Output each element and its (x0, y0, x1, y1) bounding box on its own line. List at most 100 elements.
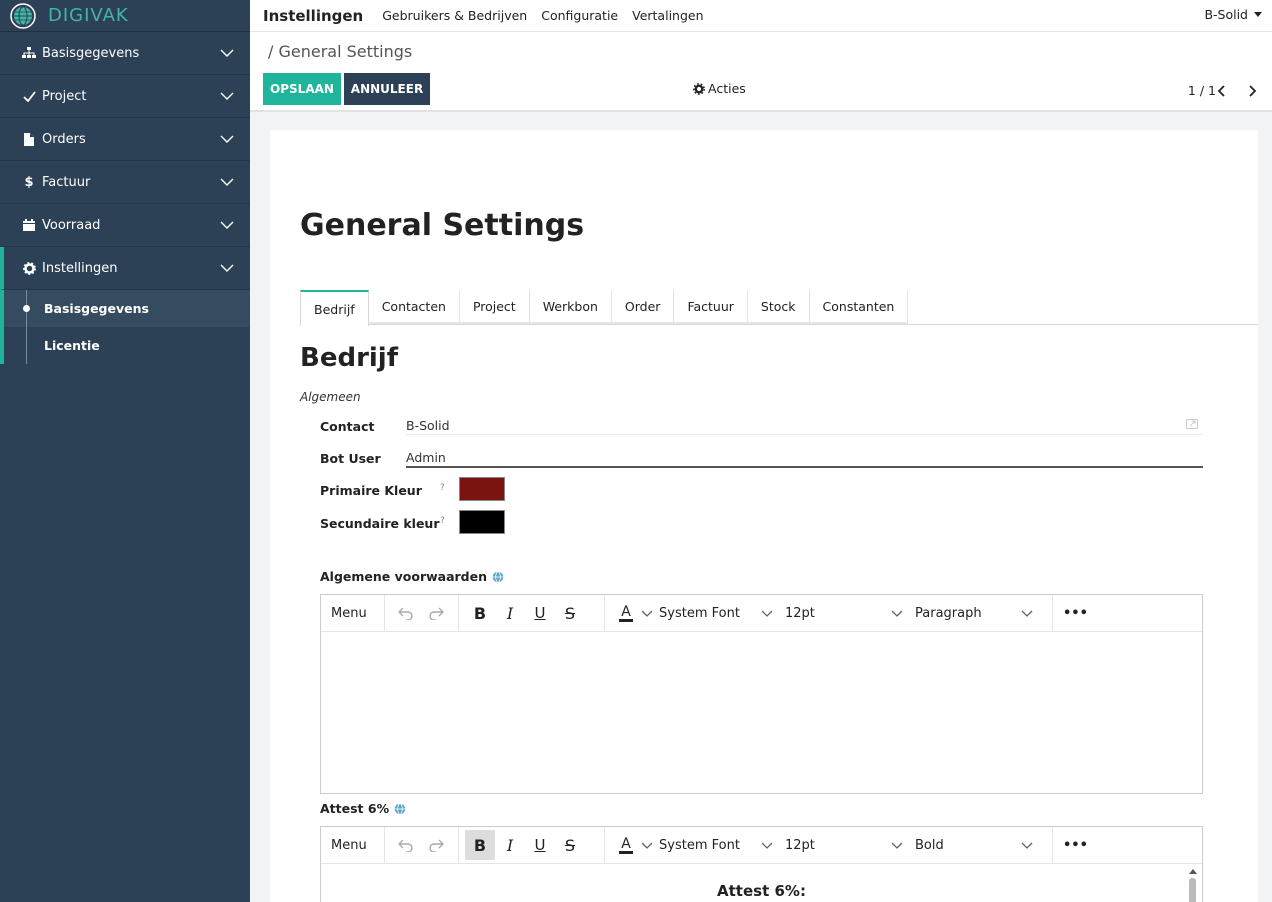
font-color-glyph: A (619, 835, 633, 854)
chevron-left-icon[interactable] (1214, 83, 1230, 99)
sidebar-item-orders[interactable]: Orders (0, 118, 250, 161)
strikethrough-button[interactable]: S (555, 598, 585, 628)
breadcrumb[interactable]: / General Settings (268, 42, 412, 61)
tab-werkbon[interactable]: Werkbon (529, 290, 612, 324)
external-link-icon[interactable] (1186, 419, 1198, 429)
form-sheet: General Settings Bedrijf Contacten Proje… (270, 130, 1258, 902)
toolbar-group-menu: Menu (321, 826, 385, 864)
app-title[interactable]: Instellingen (263, 7, 363, 25)
sidebar-item-project[interactable]: Project (0, 75, 250, 118)
sidebar-subitem-licentie[interactable]: Licentie (4, 327, 250, 364)
block-format-select[interactable]: Paragraph (909, 606, 1039, 621)
tab-constanten[interactable]: Constanten (809, 290, 909, 324)
chevron-down-icon (220, 135, 234, 143)
sidebar-item-label: Factuur (42, 174, 91, 190)
sidebar-item-label: Voorraad (42, 217, 101, 233)
undo-icon[interactable] (391, 830, 421, 860)
sidebar-item-factuur[interactable]: $ Factuur (0, 161, 250, 204)
toolbar-group-format: B I U S (459, 594, 605, 632)
more-options-button[interactable]: ••• (1059, 830, 1092, 860)
globe-translate-icon[interactable] (394, 802, 406, 815)
chevron-down-icon[interactable] (641, 608, 653, 618)
help-tooltip-icon[interactable]: ? (440, 483, 445, 493)
font-size-value: 12pt (785, 837, 815, 853)
sidebar-item-instellingen[interactable]: Instellingen (0, 247, 250, 290)
tab-factuur[interactable]: Factuur (674, 290, 748, 324)
tab-order[interactable]: Order (611, 290, 675, 324)
block-format-select[interactable]: Bold (909, 838, 1039, 853)
underline-button[interactable]: U (525, 830, 555, 860)
toolbar-group-history (385, 594, 459, 632)
gear-icon (22, 261, 36, 275)
font-family-select[interactable]: System Font (653, 838, 779, 853)
editor-content-area[interactable] (321, 632, 1202, 793)
undo-icon[interactable] (391, 598, 421, 628)
editor-content-area[interactable]: Attest 6%: (321, 864, 1202, 902)
editor-toolbar: Menu B I U S A System Font 12pt (321, 594, 1202, 632)
strikethrough-button[interactable]: S (555, 830, 585, 860)
menu-configuratie[interactable]: Configuratie (541, 8, 618, 23)
chevron-down-icon[interactable] (641, 840, 653, 850)
italic-button[interactable]: I (495, 598, 525, 628)
bold-button[interactable]: B (465, 830, 495, 860)
contact-field[interactable]: B-Solid (406, 418, 450, 433)
sidebar-subitem-basisgegevens[interactable]: Basisgegevens (4, 290, 250, 327)
globe-logo-icon (10, 2, 36, 29)
sidebar-item-label: Orders (42, 131, 86, 147)
editor-label-text: Algemene voorwaarden (320, 569, 488, 584)
sidebar-subitem-label: Basisgegevens (44, 301, 149, 316)
save-button[interactable]: OPSLAAN (263, 73, 341, 105)
tab-bedrijf[interactable]: Bedrijf (300, 290, 369, 326)
font-family-select[interactable]: System Font (653, 606, 779, 621)
chevron-down-icon (1021, 842, 1033, 849)
secondary-color-swatch[interactable] (459, 510, 505, 534)
tab-contacten[interactable]: Contacten (368, 290, 460, 324)
bot-user-field[interactable]: Admin (406, 450, 446, 465)
font-size-select[interactable]: 12pt (779, 606, 909, 621)
tab-stock[interactable]: Stock (747, 290, 810, 324)
sidebar-item-basisgegevens[interactable]: Basisgegevens (0, 32, 250, 75)
sidebar-item-voorraad[interactable]: Voorraad (0, 204, 250, 247)
actions-dropdown[interactable]: Acties (693, 81, 746, 96)
font-size-select[interactable]: 12pt (779, 838, 909, 853)
sidebar-subitem-label: Licentie (44, 338, 100, 353)
menu-vertalingen[interactable]: Vertalingen (632, 8, 703, 23)
editor-label-text: Attest 6% (320, 801, 390, 816)
file-icon (22, 132, 36, 146)
menu-button[interactable]: Menu (327, 598, 371, 628)
underline-button[interactable]: U (525, 598, 555, 628)
user-menu[interactable]: B-Solid (1204, 7, 1262, 22)
more-options-button[interactable]: ••• (1059, 598, 1092, 628)
sidebar-item-label: Instellingen (42, 260, 118, 276)
primary-color-swatch[interactable] (459, 477, 505, 501)
bold-button[interactable]: B (465, 598, 495, 628)
chevron-down-icon (761, 842, 773, 849)
italic-button[interactable]: I (495, 830, 525, 860)
chevron-right-icon[interactable] (1244, 83, 1260, 99)
check-icon (22, 89, 36, 103)
scroll-up-arrow-icon[interactable] (1188, 866, 1198, 876)
sidebar-item-label: Project (42, 88, 87, 104)
bot-user-label: Bot User (320, 451, 381, 466)
globe-translate-icon[interactable] (492, 570, 504, 583)
gear-icon (693, 82, 705, 95)
editor-toolbar: Menu B I U S A System Font 12pt (321, 826, 1202, 864)
brand-name: DIGIVAK (48, 5, 129, 26)
menu-button[interactable]: Menu (327, 830, 371, 860)
toolbar-group-fonts: A System Font 12pt Bold (605, 826, 1053, 864)
user-name: B-Solid (1204, 7, 1248, 22)
help-tooltip-icon[interactable]: ? (440, 516, 445, 526)
toolbar-group-format: B I U S (459, 826, 605, 864)
redo-icon[interactable] (421, 598, 451, 628)
notebook-tabs: Bedrijf Contacten Project Werkbon Order … (300, 290, 1258, 326)
font-color-button[interactable]: A (611, 830, 641, 860)
cancel-button[interactable]: ANNULEER (344, 73, 430, 105)
menu-gebruikers-bedrijven[interactable]: Gebruikers & Bedrijven (382, 8, 527, 23)
brand[interactable]: DIGIVAK (0, 0, 250, 32)
sitemap-icon (22, 46, 36, 60)
toolbar-group-more: ••• (1053, 595, 1098, 632)
redo-icon[interactable] (421, 830, 451, 860)
font-color-button[interactable]: A (611, 598, 641, 628)
scrollbar-thumb[interactable] (1189, 878, 1196, 902)
tab-project[interactable]: Project (459, 290, 530, 324)
